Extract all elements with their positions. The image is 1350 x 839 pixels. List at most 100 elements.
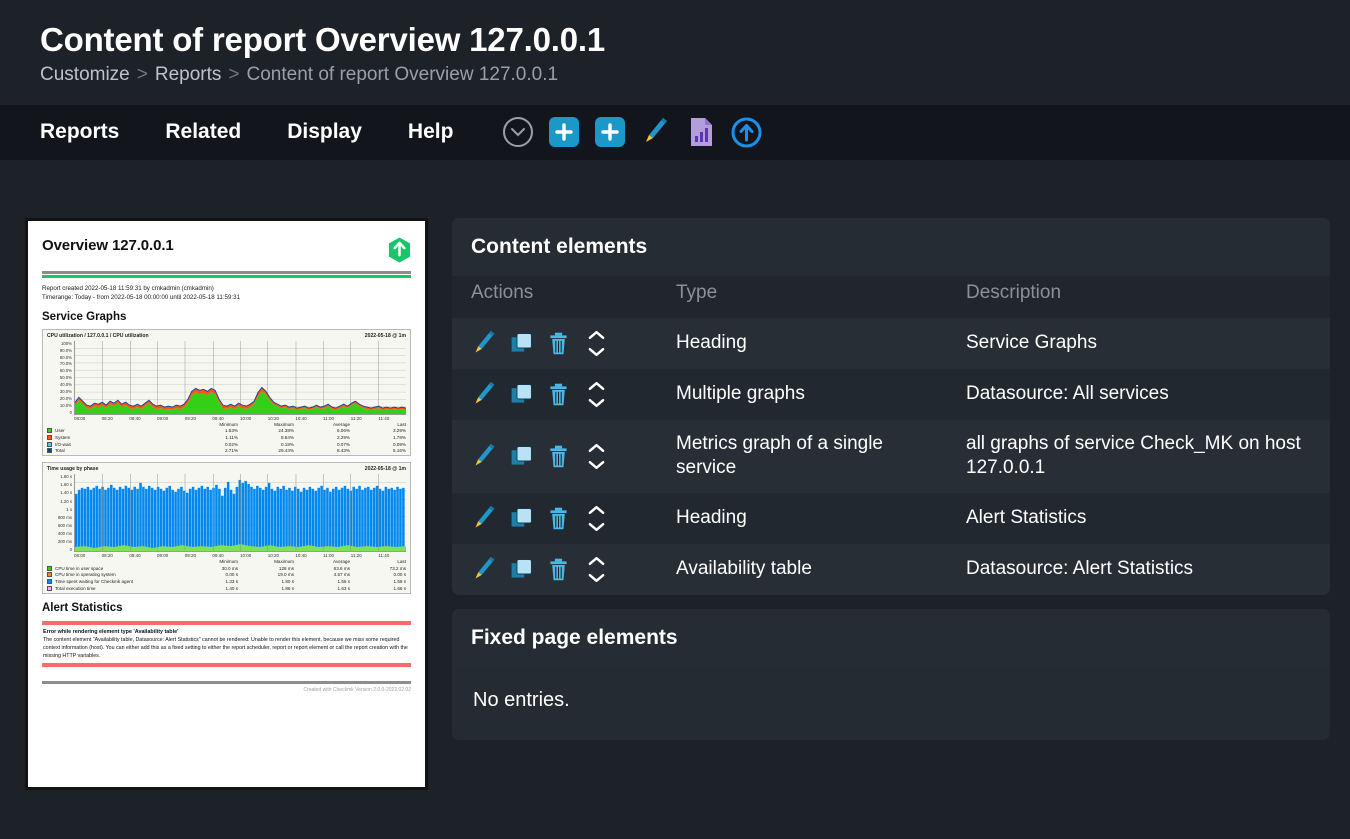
menu-display[interactable]: Display [287,120,362,144]
legend-label: Time spent waiting for Checkmk agent [55,579,182,584]
legend-avg: 63.6 ms [294,566,350,571]
graph-1-yaxis: 100% 90.0% 80.0% 70.0% 60.0% 50.0% 40.0%… [47,341,74,415]
legend-min: 2.71% [182,448,238,453]
ytick: 200 ms [47,539,72,544]
report-preview-icon[interactable] [687,117,715,147]
ytick: 0 [47,410,72,415]
legend-col-last: Last [350,559,406,564]
legend-col-minimum: Minimum [182,559,238,564]
edit-icon[interactable] [471,505,498,532]
legend-max: 128 ms [238,566,294,571]
move-down-icon[interactable] [588,522,605,532]
right-column: Content elements Actions Type Descriptio… [452,218,1330,790]
add-element-icon[interactable] [549,117,579,147]
legend-col-average: Average [294,559,350,564]
ytick: 90.0% [47,348,72,353]
legend-max: 29.44% [238,448,294,453]
move-up-icon[interactable] [588,330,605,340]
graph-1-timestamp: 2022-05-18 @ 1m [365,333,406,339]
move-down-icon[interactable] [588,460,605,470]
menu-related[interactable]: Related [165,120,241,144]
row-description: Datasource: Alert Statistics [947,544,1330,595]
legend-avg: 4.57 ms [294,572,350,577]
clone-icon[interactable] [508,556,535,583]
legend-col-last: Last [350,422,406,427]
menu-reports[interactable]: Reports [40,120,119,144]
preview-title: Overview 127.0.0.1 [42,237,174,254]
edit-icon[interactable] [471,556,498,583]
menu-help[interactable]: Help [408,120,454,144]
upload-icon[interactable] [731,117,762,148]
legend-swatch [47,435,52,440]
edit-icon[interactable] [471,330,498,357]
xtick: 09:40 [212,416,240,421]
move-down-icon[interactable] [588,398,605,408]
delete-icon[interactable] [545,556,572,583]
legend-last: 3.29% [350,428,406,433]
ytick: 400 ms [47,531,72,536]
xtick: 11:40 [378,416,406,421]
move-down-icon[interactable] [588,573,605,583]
ytick: 80.0% [47,355,72,360]
report-preview[interactable]: Overview 127.0.0.1 Report created 2022-0… [25,218,428,790]
legend-swatch [47,448,52,453]
legend-row: System 1.11% 8.84% 2.29% 1.78% [47,435,406,440]
ytick: 600 ms [47,523,72,528]
graph-2-xaxis: 08:00 08:20 08:40 09:00 09:20 09:40 10:0… [74,553,406,558]
move-up-icon[interactable] [588,443,605,453]
clone-icon[interactable] [508,381,535,408]
content-elements-panel: Content elements Actions Type Descriptio… [452,218,1330,595]
move-up-icon[interactable] [588,556,605,566]
preview-footer: Created with Checkmk Version 2.0.0-2022.… [42,687,411,693]
content-area: Overview 127.0.0.1 Report created 2022-0… [0,160,1350,790]
fixed-page-elements-panel: Fixed page elements No entries. [452,609,1330,740]
preview-rule-green [42,275,411,278]
edit-pencil-icon[interactable] [641,117,671,147]
legend-swatch [47,579,52,584]
legend-avg: 1.56 s [294,579,350,584]
delete-icon[interactable] [545,381,572,408]
breadcrumb-item-reports[interactable]: Reports [155,64,222,86]
clone-icon[interactable] [508,505,535,532]
add-fixed-element-icon[interactable] [595,117,625,147]
delete-icon[interactable] [545,505,572,532]
xtick: 11:20 [351,416,379,421]
fixed-page-elements-title: Fixed page elements [452,609,1330,667]
preview-heading-alert-statistics: Alert Statistics [42,602,411,614]
move-up-icon[interactable] [588,505,605,515]
xtick: 10:40 [295,553,323,558]
time-usage-graph: Time usage by phase 2022-05-18 @ 1m 1.80… [42,462,411,593]
ytick: 1.20 s [47,499,72,504]
menu-icon-group [503,117,762,148]
menu-bar: Reports Related Display Help [0,105,1350,160]
legend-min: 0.02% [182,442,238,447]
legend-last: 1.78% [350,435,406,440]
breadcrumb-item-customize[interactable]: Customize [40,64,130,86]
move-up-icon[interactable] [588,381,605,391]
xtick: 09:00 [157,416,185,421]
edit-icon[interactable] [471,381,498,408]
cpu-utilization-graph: CPU utilization / 127.0.0.1 / CPU utiliz… [42,329,411,456]
legend-row: Time spent waiting for Checkmk agent 1.3… [47,579,406,584]
legend-label: CPU time in user space [55,566,182,571]
xtick: 09:00 [157,553,185,558]
edit-icon[interactable] [471,443,498,470]
chevron-down-circle-icon[interactable] [503,117,533,147]
delete-icon[interactable] [545,330,572,357]
delete-icon[interactable] [545,443,572,470]
clone-icon[interactable] [508,330,535,357]
preview-header: Overview 127.0.0.1 [42,237,411,263]
graph-2-canvas [74,474,406,552]
ytick: 60.0% [47,368,72,373]
error-body: Error while rendering element type 'Avai… [42,625,411,664]
preview-rule-gray [42,271,411,274]
legend-min: 1.11% [182,435,238,440]
move-down-icon[interactable] [588,347,605,357]
row-actions-cell [452,318,657,369]
page-title: Content of report Overview 127.0.0.1 [40,22,1350,59]
xtick: 09:20 [185,416,213,421]
clone-icon[interactable] [508,443,535,470]
xtick: 08:00 [74,553,102,558]
legend-label: System [55,435,182,440]
legend-last: 1.58 s [350,579,406,584]
